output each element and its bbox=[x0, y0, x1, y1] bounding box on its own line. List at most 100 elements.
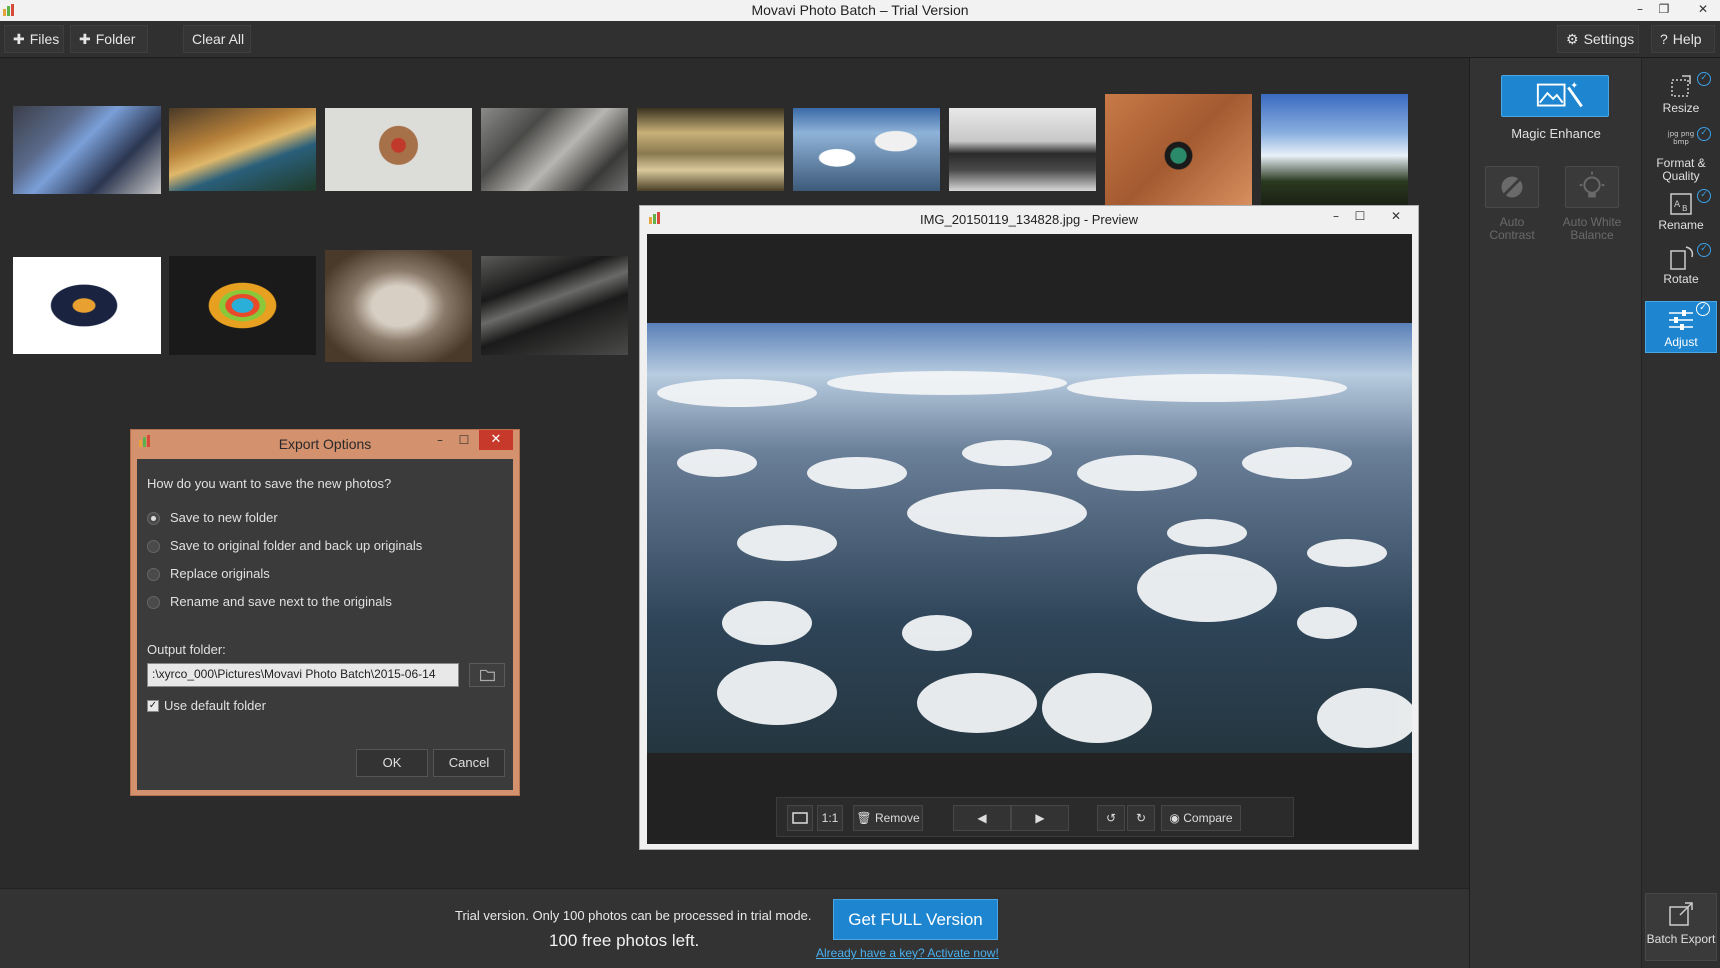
radio-save-new-folder[interactable]: Save to new folder bbox=[147, 509, 507, 527]
add-files-button[interactable]: ✚ Files bbox=[4, 25, 64, 53]
eye-icon: ◉ bbox=[1169, 811, 1180, 825]
help-button[interactable]: ? Help bbox=[1651, 25, 1715, 53]
magic-enhance-label: Magic Enhance bbox=[1511, 126, 1601, 141]
settings-button[interactable]: ⚙ Settings bbox=[1557, 25, 1639, 53]
export-close-button[interactable]: ✕ bbox=[479, 430, 513, 450]
arrow-left-icon: ◀ bbox=[977, 811, 987, 825]
radio-dot-selected[interactable] bbox=[147, 512, 160, 525]
thumb-beach-sunset[interactable] bbox=[169, 108, 316, 191]
radio-label: Replace originals bbox=[170, 566, 270, 581]
add-folder-button[interactable]: ✚ Folder bbox=[70, 25, 148, 53]
use-default-folder-checkbox[interactable]: ✓ bbox=[147, 700, 159, 712]
thumb-hall-interior[interactable] bbox=[637, 108, 784, 191]
thumb-mug[interactable] bbox=[13, 257, 161, 354]
browse-folder-button[interactable] bbox=[469, 663, 505, 687]
get-full-version-button[interactable]: Get FULL Version bbox=[833, 899, 998, 940]
output-folder-field[interactable]: :\xyrco_000\Pictures\Movavi Photo Batch\… bbox=[147, 663, 459, 687]
preview-window: IMG_20150119_134828.jpg - Preview – ☐ ✕ bbox=[639, 205, 1419, 850]
export-options-dialog: Export Options – ☐ ✕ How do you want to … bbox=[130, 429, 520, 796]
window-title: Movavi Photo Batch – Trial Version bbox=[751, 2, 969, 18]
gear-icon: ⚙ bbox=[1566, 31, 1579, 47]
tools-panel: ✓ Resize jpg png bmp ✓ Format & Quality … bbox=[1641, 58, 1720, 968]
preview-close-button[interactable]: ✕ bbox=[1379, 208, 1413, 226]
add-files-label: Files bbox=[29, 31, 60, 47]
radio-dot[interactable] bbox=[147, 540, 160, 553]
batch-export-button[interactable]: Batch Export bbox=[1645, 893, 1717, 961]
radio-label: Save to new folder bbox=[170, 510, 278, 525]
help-label: Help bbox=[1672, 31, 1702, 47]
tool-rename[interactable]: AB ✓ Rename bbox=[1645, 189, 1717, 232]
rotate-right-icon: ↻ bbox=[1135, 811, 1147, 825]
thumb-cat[interactable] bbox=[325, 250, 472, 362]
magic-enhance-button[interactable]: ✦ bbox=[1501, 75, 1609, 117]
thumb-desk-monitors[interactable] bbox=[949, 108, 1096, 191]
rotate-icon bbox=[1666, 243, 1696, 271]
plus-icon: ✚ bbox=[79, 31, 91, 47]
enhance-panel: ✦ Magic Enhance Auto Contrast Auto White… bbox=[1469, 58, 1641, 968]
minimize-button[interactable]: – bbox=[1627, 0, 1653, 20]
thumb-phone[interactable] bbox=[169, 256, 316, 355]
actual-size-button[interactable]: 1:1 bbox=[817, 805, 843, 831]
activate-link[interactable]: Already have a key? Activate now! bbox=[816, 946, 999, 960]
radio-dot[interactable] bbox=[147, 596, 160, 609]
export-maximize-button[interactable]: ☐ bbox=[451, 431, 477, 451]
remove-button[interactable]: 🗑 Remove bbox=[853, 805, 923, 831]
contrast-icon bbox=[1501, 176, 1523, 198]
format-icon: jpg png bmp bbox=[1667, 130, 1695, 146]
remove-label: Remove bbox=[874, 811, 920, 825]
tool-format-quality[interactable]: jpg png bmp ✓ Format & Quality bbox=[1645, 127, 1717, 183]
thumb-ram-modules[interactable] bbox=[481, 256, 628, 355]
tool-rotate[interactable]: ✓ Rotate bbox=[1645, 243, 1717, 286]
thumb-toy-dog[interactable] bbox=[325, 108, 472, 191]
clear-all-button[interactable]: Clear All bbox=[183, 25, 251, 53]
tool-adjust[interactable]: ✓ Adjust bbox=[1645, 301, 1717, 353]
radio-replace-originals[interactable]: Replace originals bbox=[147, 565, 507, 583]
batch-export-label: Batch Export bbox=[1646, 932, 1716, 946]
restore-button[interactable]: ❐ bbox=[1651, 0, 1677, 20]
compare-button[interactable]: ◉ Compare bbox=[1161, 805, 1241, 831]
preview-minimize-button[interactable]: – bbox=[1323, 208, 1349, 226]
export-dialog-body: How do you want to save the new photos? … bbox=[137, 459, 513, 790]
fit-to-window-button[interactable] bbox=[787, 805, 813, 831]
folder-icon bbox=[479, 669, 495, 682]
use-default-folder-label: Use default folder bbox=[164, 698, 266, 713]
next-photo-button[interactable]: ▶ bbox=[1011, 805, 1069, 831]
free-photos-left: 100 free photos left. bbox=[549, 931, 700, 950]
trial-notice: Trial version. Only 100 photos can be pr… bbox=[455, 908, 812, 923]
ok-button[interactable]: OK bbox=[356, 749, 428, 777]
radio-dot[interactable] bbox=[147, 568, 160, 581]
tool-format-label: Format & Quality bbox=[1656, 156, 1706, 183]
close-button[interactable]: ✕ bbox=[1690, 0, 1716, 20]
rename-icon: AB bbox=[1666, 189, 1696, 217]
resize-check-icon: ✓ bbox=[1697, 72, 1711, 86]
thumb-tv-screen[interactable] bbox=[13, 106, 161, 194]
thumb-sky-trees[interactable] bbox=[1261, 94, 1408, 206]
preview-maximize-button[interactable]: ☐ bbox=[1347, 208, 1373, 226]
title-bar: Movavi Photo Batch – Trial Version – ❐ ✕ bbox=[0, 0, 1720, 21]
thumb-rocks[interactable] bbox=[481, 108, 628, 191]
compare-label: Compare bbox=[1183, 811, 1233, 825]
preview-canvas: 1:1 🗑 Remove ◀ ▶ ↺ ↻ ◉ Compare bbox=[647, 234, 1412, 844]
rotate-left-button[interactable]: ↺ bbox=[1097, 805, 1125, 831]
radio-rename-next-to-originals[interactable]: Rename and save next to the originals bbox=[147, 593, 507, 611]
auto-contrast-label: Auto Contrast bbox=[1489, 215, 1535, 242]
main-toolbar: ✚ Files ✚ Folder Clear All ⚙ Settings ? Help bbox=[0, 21, 1720, 58]
auto-white-balance-button[interactable] bbox=[1565, 166, 1619, 208]
thumb-clouds[interactable] bbox=[793, 108, 940, 191]
svg-text:A: A bbox=[1674, 200, 1681, 210]
cancel-button[interactable]: Cancel bbox=[433, 749, 505, 777]
thumb-drone[interactable] bbox=[1105, 94, 1252, 206]
output-folder-label: Output folder: bbox=[147, 642, 226, 657]
add-folder-label: Folder bbox=[95, 31, 136, 47]
plus-icon: ✚ bbox=[13, 31, 25, 47]
magic-wand-icon: ✦ bbox=[1536, 80, 1583, 108]
previous-photo-button[interactable]: ◀ bbox=[953, 805, 1011, 831]
tool-resize[interactable]: ✓ Resize bbox=[1645, 72, 1717, 115]
rotate-left-icon: ↺ bbox=[1105, 811, 1117, 825]
radio-save-original-backup[interactable]: Save to original folder and back up orig… bbox=[147, 537, 507, 555]
auto-white-balance-label: Auto White Balance bbox=[1562, 215, 1622, 242]
export-minimize-button[interactable]: – bbox=[427, 431, 453, 451]
auto-contrast-button[interactable] bbox=[1485, 166, 1539, 208]
rotate-right-button[interactable]: ↻ bbox=[1127, 805, 1155, 831]
preview-image bbox=[647, 323, 1412, 753]
